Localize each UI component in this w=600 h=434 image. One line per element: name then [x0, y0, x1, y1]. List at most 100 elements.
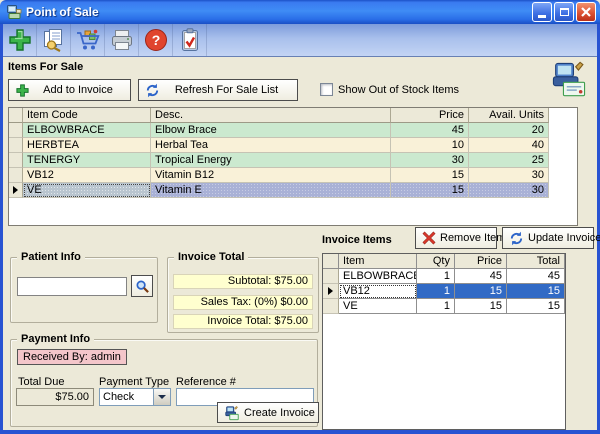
- cell-price[interactable]: 30: [391, 153, 469, 168]
- cell-desc[interactable]: Tropical Energy: [151, 153, 391, 168]
- row-selector-current[interactable]: [9, 183, 23, 198]
- cell-price[interactable]: 15: [391, 183, 469, 198]
- cell-desc[interactable]: Vitamin B12: [151, 168, 391, 183]
- cell-price[interactable]: 15: [391, 168, 469, 183]
- remove-x-icon: [422, 231, 436, 245]
- cell-price[interactable]: 45: [391, 123, 469, 138]
- refresh-for-sale-list-label: Refresh For Sale List: [162, 84, 297, 96]
- column-header-total[interactable]: Total: [507, 254, 565, 269]
- table-row[interactable]: VE 1 15 15: [323, 299, 565, 314]
- minimize-button[interactable]: [532, 2, 552, 22]
- payment-info-title: Payment Info: [17, 333, 94, 345]
- payment-type-value: Check: [100, 389, 153, 405]
- refresh-for-sale-list-button[interactable]: Refresh For Sale List: [138, 79, 298, 101]
- orders-toolbar-button[interactable]: [173, 24, 207, 56]
- row-selector[interactable]: [9, 138, 23, 153]
- cell-desc[interactable]: Herbal Tea: [151, 138, 391, 153]
- table-row[interactable]: HERBTEA Herbal Tea 10 40: [9, 138, 577, 153]
- help-icon: ?: [143, 27, 169, 53]
- cell-price[interactable]: 15: [455, 299, 507, 314]
- row-selector-current[interactable]: [323, 284, 339, 299]
- cell-avail-units[interactable]: 30: [469, 168, 549, 183]
- cell-avail-units[interactable]: 20: [469, 123, 549, 138]
- received-by-badge: Received By: admin: [17, 349, 127, 365]
- row-selector-header: [323, 254, 339, 269]
- invoice-grid-header-row: Item Qty Price Total: [323, 254, 565, 269]
- cell-total[interactable]: 15: [507, 299, 565, 314]
- magnifier-icon: [135, 279, 150, 294]
- cell-desc[interactable]: Vitamin E: [151, 183, 391, 198]
- maximize-button[interactable]: [554, 2, 574, 22]
- cell-item[interactable]: ELBOWBRACE: [339, 269, 417, 284]
- row-selector[interactable]: [9, 168, 23, 183]
- window-border-bottom: [0, 430, 600, 434]
- cell-item-code[interactable]: HERBTEA: [23, 138, 151, 153]
- create-invoice-icon: [224, 405, 240, 421]
- print-toolbar-button[interactable]: [105, 24, 139, 56]
- find-invoices-toolbar-button[interactable]: [37, 24, 71, 56]
- remove-item-button[interactable]: Remove Item: [415, 227, 497, 249]
- row-selector[interactable]: [323, 269, 339, 284]
- cell-avail-units[interactable]: 30: [469, 183, 549, 198]
- main-content: Items For Sale Add to Invoice Refresh Fo…: [3, 57, 597, 430]
- items-for-sale-title: Items For Sale: [8, 61, 83, 73]
- cell-avail-units[interactable]: 40: [469, 138, 549, 153]
- cell-item-code[interactable]: VB12: [23, 168, 151, 183]
- toolbar: ?: [3, 24, 597, 57]
- table-row-selected[interactable]: VB12 1 15 15: [323, 284, 565, 299]
- table-row[interactable]: TENERGY Tropical Energy 30 25: [9, 153, 577, 168]
- point-of-sale-toolbar-button[interactable]: [71, 24, 105, 56]
- pos-register-icon: [549, 59, 589, 102]
- row-selector[interactable]: [9, 153, 23, 168]
- cell-qty[interactable]: 1: [417, 284, 455, 299]
- column-header-avail-units[interactable]: Avail. Units: [469, 108, 549, 123]
- app-icon: [6, 4, 22, 20]
- patient-search-input[interactable]: [17, 277, 127, 296]
- cell-price[interactable]: 45: [455, 269, 507, 284]
- patient-search-button[interactable]: [131, 275, 153, 297]
- cell-item-focused[interactable]: VB12: [339, 284, 417, 299]
- row-selector[interactable]: [323, 299, 339, 314]
- new-toolbar-button[interactable]: [3, 24, 37, 56]
- cell-item[interactable]: VE: [339, 299, 417, 314]
- column-header-price[interactable]: Price: [391, 108, 469, 123]
- maximize-icon: [560, 8, 569, 16]
- cell-item-code[interactable]: TENERGY: [23, 153, 151, 168]
- table-row[interactable]: ELBOWBRACE 1 45 45: [323, 269, 565, 284]
- cell-price[interactable]: 10: [391, 138, 469, 153]
- invoice-total-groupbox: Invoice Total Subtotal: $75.00 Sales Tax…: [167, 257, 319, 333]
- cell-qty[interactable]: 1: [417, 299, 455, 314]
- table-row-selected[interactable]: VE Vitamin E 15 30: [9, 183, 577, 198]
- printer-icon: [109, 27, 135, 53]
- cell-desc[interactable]: Elbow Brace: [151, 123, 391, 138]
- update-invoice-button[interactable]: Update Invoice: [502, 227, 594, 249]
- invoice-total-field: Invoice Total: $75.00: [173, 314, 313, 329]
- help-toolbar-button[interactable]: ?: [139, 24, 173, 56]
- current-row-arrow-icon: [328, 287, 333, 295]
- cell-item-code[interactable]: VE: [23, 183, 151, 198]
- column-header-item[interactable]: Item: [339, 254, 417, 269]
- column-header-desc[interactable]: Desc.: [151, 108, 391, 123]
- show-out-of-stock-checkbox[interactable]: [320, 83, 333, 96]
- column-header-item-code[interactable]: Item Code: [23, 108, 151, 123]
- current-row-arrow-icon: [13, 186, 18, 194]
- svg-text:?: ?: [151, 32, 160, 48]
- cell-item-code[interactable]: ELBOWBRACE: [23, 123, 151, 138]
- create-invoice-button[interactable]: Create Invoice: [217, 402, 319, 423]
- cell-avail-units[interactable]: 25: [469, 153, 549, 168]
- show-out-of-stock-checkbox-row: Show Out of Stock Items: [320, 83, 459, 96]
- cell-price[interactable]: 15: [455, 284, 507, 299]
- column-header-qty[interactable]: Qty: [417, 254, 455, 269]
- dropdown-button[interactable]: [153, 389, 170, 405]
- cell-total[interactable]: 45: [507, 269, 565, 284]
- table-row[interactable]: ELBOWBRACE Elbow Brace 45 20: [9, 123, 577, 138]
- close-button[interactable]: [576, 2, 596, 22]
- cell-qty[interactable]: 1: [417, 269, 455, 284]
- table-row[interactable]: VB12 Vitamin B12 15 30: [9, 168, 577, 183]
- payment-type-dropdown[interactable]: Check: [99, 388, 171, 406]
- add-to-invoice-button[interactable]: Add to Invoice: [8, 79, 131, 101]
- row-selector[interactable]: [9, 123, 23, 138]
- invoice-items-title: Invoice Items: [322, 234, 392, 246]
- cell-total[interactable]: 15: [507, 284, 565, 299]
- column-header-price[interactable]: Price: [455, 254, 507, 269]
